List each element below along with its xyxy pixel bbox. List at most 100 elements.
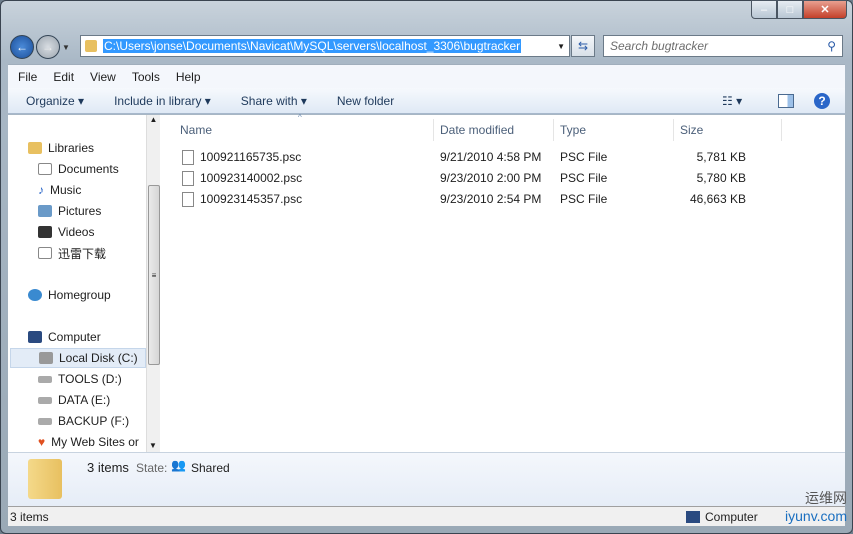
close-button[interactable]: ✕ [803, 0, 847, 19]
nav-label: Music [50, 183, 82, 197]
nav-homegroup[interactable]: Homegroup [28, 285, 111, 305]
menu-edit[interactable]: Edit [53, 70, 74, 84]
column-size[interactable]: Size [674, 119, 782, 141]
menu-help[interactable]: Help [176, 70, 201, 84]
file-name: 100923145357.psc [200, 192, 303, 206]
file-size: 5,780 KB [696, 171, 746, 185]
status-location: Computer [705, 509, 758, 524]
column-date-modified[interactable]: Date modified [434, 119, 554, 141]
menu-bar: File Edit View Tools Help [8, 64, 845, 88]
minimize-button[interactable]: – [751, 0, 777, 19]
nav-label: 迅雷下载 [58, 246, 107, 261]
column-type[interactable]: Type [554, 119, 674, 141]
homegroup-icon [28, 289, 42, 301]
file-name: 100923140002.psc [200, 171, 303, 185]
column-label: Date modified [440, 123, 515, 137]
column-label: Size [680, 123, 704, 137]
nav-videos[interactable]: Videos [38, 222, 94, 242]
refresh-button[interactable]: ⇆ [571, 35, 595, 57]
file-icon [182, 149, 194, 165]
pictures-icon [38, 205, 52, 217]
file-date: 9/23/2010 2:00 PM [440, 171, 542, 185]
scroll-up-arrow[interactable]: ▲ [147, 115, 160, 124]
search-input[interactable]: Search bugtracker ⚲ [603, 35, 843, 57]
drive-icon [38, 417, 52, 425]
status-bar: 3 items Computer [8, 506, 845, 526]
nav-data-e[interactable]: DATA (E:) [38, 390, 110, 410]
menu-file[interactable]: File [18, 70, 37, 84]
watermark-cn: 运维网 [805, 490, 847, 506]
nav-label: My Web Sites or [51, 435, 139, 449]
menu-tools[interactable]: Tools [132, 70, 160, 84]
nav-libraries[interactable]: Libraries [28, 138, 94, 158]
nav-music[interactable]: ♪ Music [38, 180, 81, 200]
share-with-button[interactable]: Share with ▾ [241, 94, 307, 108]
nav-label: DATA (E:) [58, 393, 111, 407]
include-in-library-button[interactable]: Include in library ▾ [114, 94, 211, 108]
file-list: Name ^ Date modified Type Size 1009211657… [162, 113, 845, 452]
recent-pages-dropdown[interactable]: ▼ [62, 43, 70, 52]
nav-tools-d[interactable]: TOOLS (D:) [38, 369, 122, 389]
address-path[interactable]: C:\Users\jonse\Documents\Navicat\MySQL\s… [103, 39, 522, 53]
help-icon[interactable]: ? [814, 92, 830, 109]
shared-icon: 👥 [171, 458, 186, 472]
scroll-down-arrow[interactable]: ▼ [147, 441, 159, 450]
organize-button[interactable]: Organize ▾ [26, 94, 84, 108]
nav-xunlei[interactable]: 迅雷下载 [38, 243, 106, 263]
address-dropdown[interactable]: ▼ [557, 42, 565, 51]
file-type: PSC File [560, 150, 608, 164]
view-options-icon[interactable]: ☷ ▾ [722, 94, 742, 108]
nav-scrollbar[interactable]: ▲ ≡ ▼ [146, 115, 160, 452]
details-pane: 3 items State: 👥 Shared [8, 452, 845, 506]
details-count: 3 items [87, 460, 129, 475]
nav-local-disk-c[interactable]: Local Disk (C:) [10, 348, 146, 368]
details-state: Shared [191, 461, 230, 475]
computer-icon [686, 510, 700, 523]
file-icon [182, 170, 194, 186]
status-count: 3 items [10, 509, 49, 524]
nav-backup-f[interactable]: BACKUP (F:) [38, 411, 129, 431]
nav-label: Local Disk (C:) [59, 351, 138, 365]
nav-pictures[interactable]: Pictures [38, 201, 101, 221]
nav-label: TOOLS (D:) [58, 372, 122, 386]
file-size: 5,781 KB [696, 150, 746, 164]
nav-my-web-sites[interactable]: ♥ My Web Sites or [38, 432, 139, 452]
folder-large-icon [28, 459, 62, 499]
search-icon[interactable]: ⚲ [827, 39, 836, 53]
scroll-thumb[interactable]: ≡ [148, 185, 160, 365]
nav-label: BACKUP (F:) [58, 414, 130, 428]
maximize-button[interactable]: □ [777, 0, 803, 19]
menu-view[interactable]: View [90, 70, 116, 84]
column-name[interactable]: Name ^ [162, 113, 434, 141]
back-button[interactable]: ← [10, 35, 34, 59]
nav-label: Computer [48, 330, 101, 344]
nav-label: Libraries [48, 141, 95, 155]
forward-button[interactable]: → [36, 35, 60, 59]
file-type: PSC File [560, 192, 608, 206]
explorer-body: Libraries Documents ♪ Music Pictures Vide… [8, 113, 845, 452]
watermark-url: iyunv.com [785, 508, 847, 524]
nav-label: Documents [58, 162, 119, 176]
file-date: 9/23/2010 2:54 PM [440, 192, 542, 206]
file-name: 100921165735.psc [200, 150, 302, 164]
documents-icon [38, 163, 52, 175]
libraries-icon [28, 142, 42, 154]
command-bar: Organize ▾ Include in library ▾ Share wi… [8, 88, 845, 114]
nav-label: Pictures [58, 204, 102, 218]
nav-label: Homegroup [48, 288, 111, 302]
new-folder-button[interactable]: New folder [337, 94, 394, 108]
watermark: 运维网 iyunv.com [785, 488, 847, 524]
address-bar[interactable]: C:\Users\jonse\Documents\Navicat\MySQL\s… [80, 35, 570, 57]
web-sites-icon: ♥ [38, 435, 46, 449]
nav-label: Videos [58, 225, 95, 239]
nav-computer[interactable]: Computer [28, 327, 101, 347]
file-icon [182, 191, 194, 207]
nav-documents[interactable]: Documents [38, 159, 119, 179]
details-state-label: State: [136, 461, 168, 475]
drive-icon [39, 352, 53, 364]
column-label: Name [180, 123, 213, 137]
preview-pane-icon[interactable] [778, 93, 794, 108]
folder-icon [85, 40, 97, 52]
drive-icon [38, 375, 52, 383]
computer-icon [28, 331, 42, 343]
